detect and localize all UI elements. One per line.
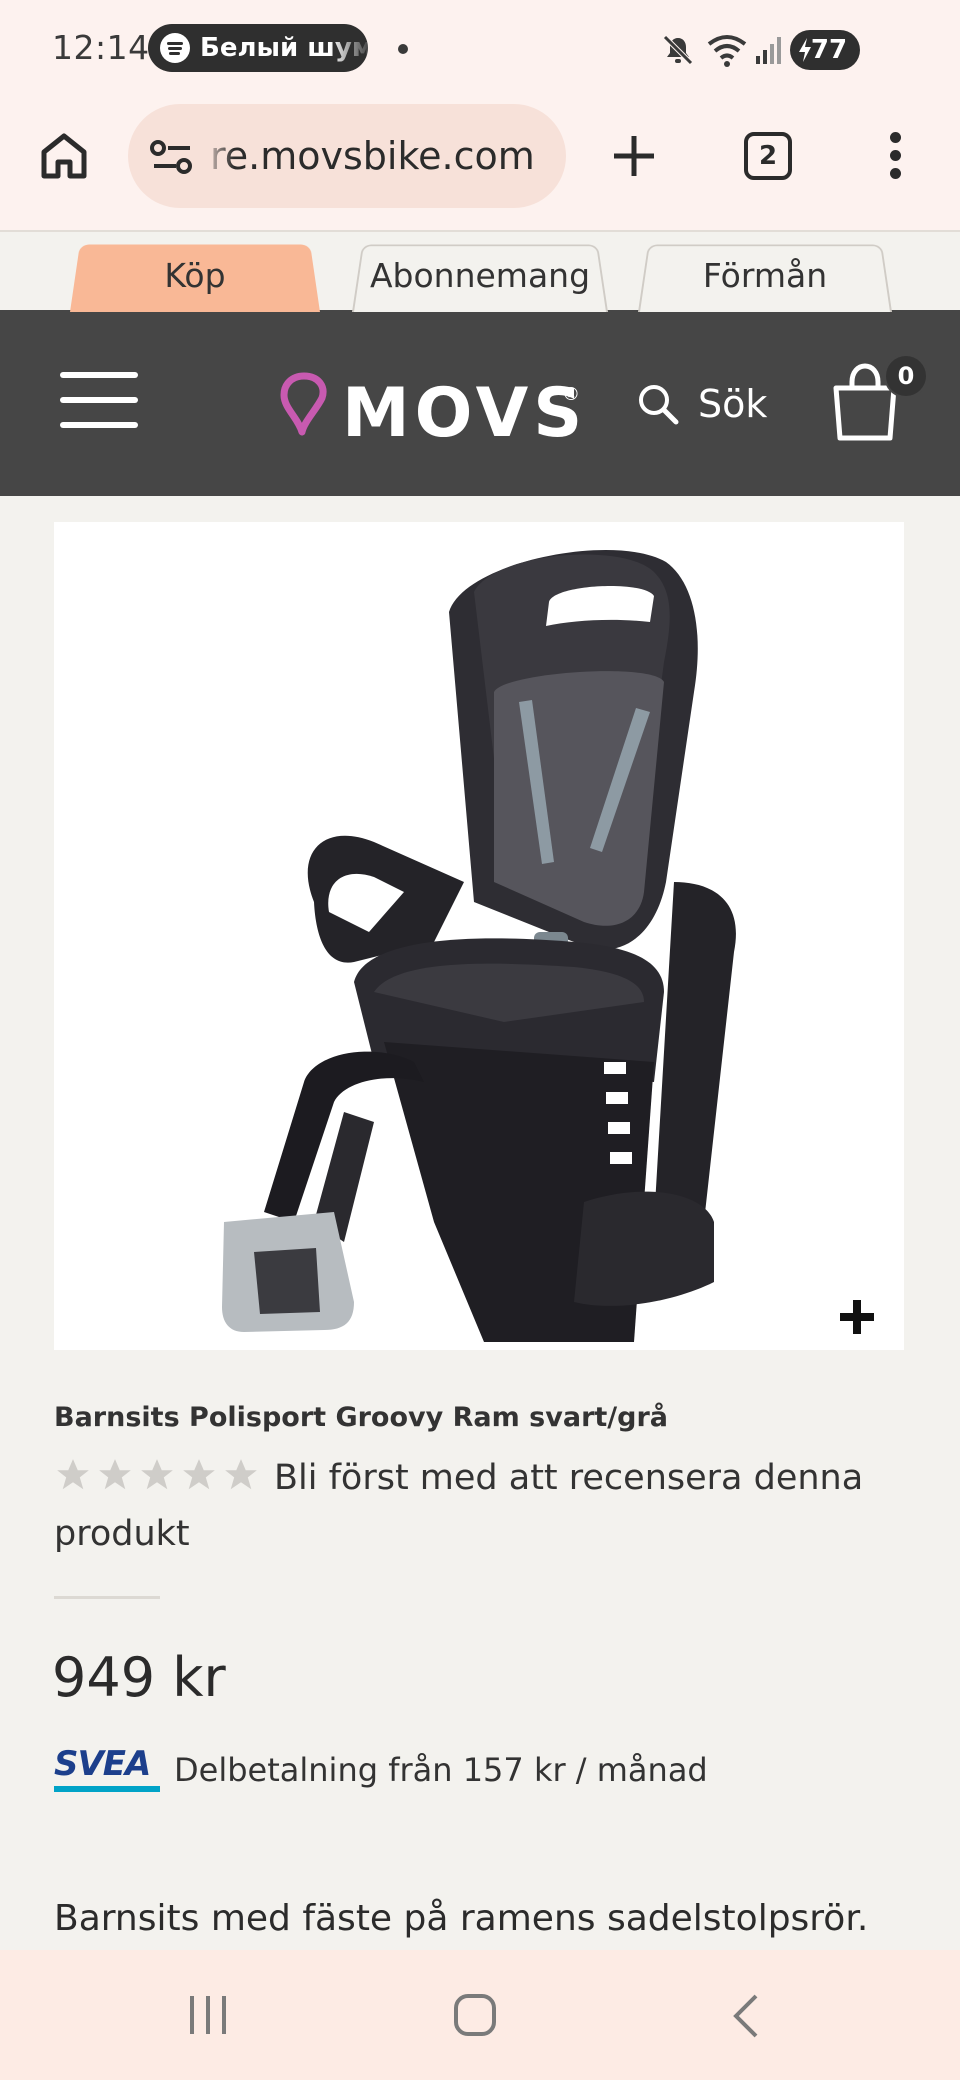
product-price: 949 kr	[52, 1646, 226, 1709]
search-label: Sök	[698, 382, 768, 426]
divider	[54, 1596, 160, 1599]
spotify-icon	[160, 33, 190, 63]
tab-label: Köp	[164, 255, 226, 295]
star-icon	[57, 1459, 89, 1490]
site-header: MOVS ® Sök 0	[0, 310, 960, 496]
tab-label: Förmån	[702, 255, 828, 295]
url-text: re.movsbike.com	[210, 134, 535, 178]
logo-text: MOVS	[342, 374, 588, 453]
site-settings-icon[interactable]	[150, 140, 194, 174]
media-notification-pill[interactable]: Белый шум	[148, 24, 368, 72]
notification-dot-icon	[398, 44, 408, 54]
page: 12:14 Белый шум 77 re.movsbike.com 2 Köp…	[0, 0, 960, 2080]
hamburger-menu-icon[interactable]	[60, 372, 138, 428]
battery-indicator: 77	[790, 30, 860, 70]
recent-apps-icon[interactable]	[186, 1992, 230, 2038]
zoom-plus-icon[interactable]	[836, 1296, 878, 1338]
tab-abonnemang[interactable]: Abonnemang	[352, 238, 608, 312]
battery-level: 77	[810, 35, 848, 65]
system-navigation-bar	[0, 1950, 960, 2080]
product-title: Barnsits Polisport Groovy Ram svart/grå	[54, 1402, 669, 1433]
search-button[interactable]: Sök	[636, 376, 767, 432]
product-description: Barnsits med fäste på ramens sadelstolps…	[54, 1898, 869, 1939]
charging-icon	[799, 38, 811, 62]
installment-row: SVEA Delbetalning från 157 kr / månad	[54, 1744, 708, 1792]
search-icon	[639, 385, 679, 425]
new-tab-icon[interactable]	[608, 130, 660, 182]
home-icon[interactable]	[38, 130, 90, 182]
tab-kop[interactable]: Köp	[70, 238, 320, 312]
wifi-icon	[707, 35, 747, 67]
svea-logo: SVEA	[54, 1744, 160, 1792]
installment-text: Delbetalning från 157 kr / månad	[174, 1751, 708, 1789]
back-icon[interactable]	[728, 1992, 762, 2040]
movs-logo[interactable]: MOVS ®	[280, 360, 582, 453]
product-image[interactable]	[54, 522, 904, 1350]
location-pin-icon	[280, 372, 327, 436]
media-label: Белый шум	[200, 33, 368, 63]
registered-mark: ®	[562, 384, 580, 405]
browser-menu-icon[interactable]	[880, 130, 912, 182]
status-icons: 77	[660, 26, 960, 74]
star-icon	[225, 1459, 257, 1490]
star-rating	[54, 1456, 260, 1494]
tab-label: Abonnemang	[369, 255, 591, 295]
svea-logo-text: SVEA	[54, 1744, 151, 1784]
home-nav-icon[interactable]	[452, 1992, 498, 2038]
star-icon	[183, 1459, 215, 1490]
site-tabs: Köp Abonnemang Förmån	[0, 230, 960, 310]
tab-switcher-button[interactable]: 2	[744, 132, 792, 180]
signal-icon	[756, 37, 781, 64]
tab-forman[interactable]: Förmån	[638, 238, 892, 312]
status-bar: 12:14 Белый шум 77	[0, 0, 960, 100]
browser-toolbar: re.movsbike.com 2	[0, 100, 960, 230]
rating-row: Bli först med att recensera denna produk…	[54, 1450, 914, 1562]
address-bar[interactable]: re.movsbike.com	[128, 104, 566, 208]
cart-count-badge: 0	[886, 356, 926, 396]
star-icon	[141, 1459, 173, 1490]
mute-icon	[663, 35, 693, 65]
status-time: 12:14	[52, 28, 150, 67]
child-seat-illustration	[222, 550, 736, 1342]
star-icon	[99, 1459, 131, 1490]
